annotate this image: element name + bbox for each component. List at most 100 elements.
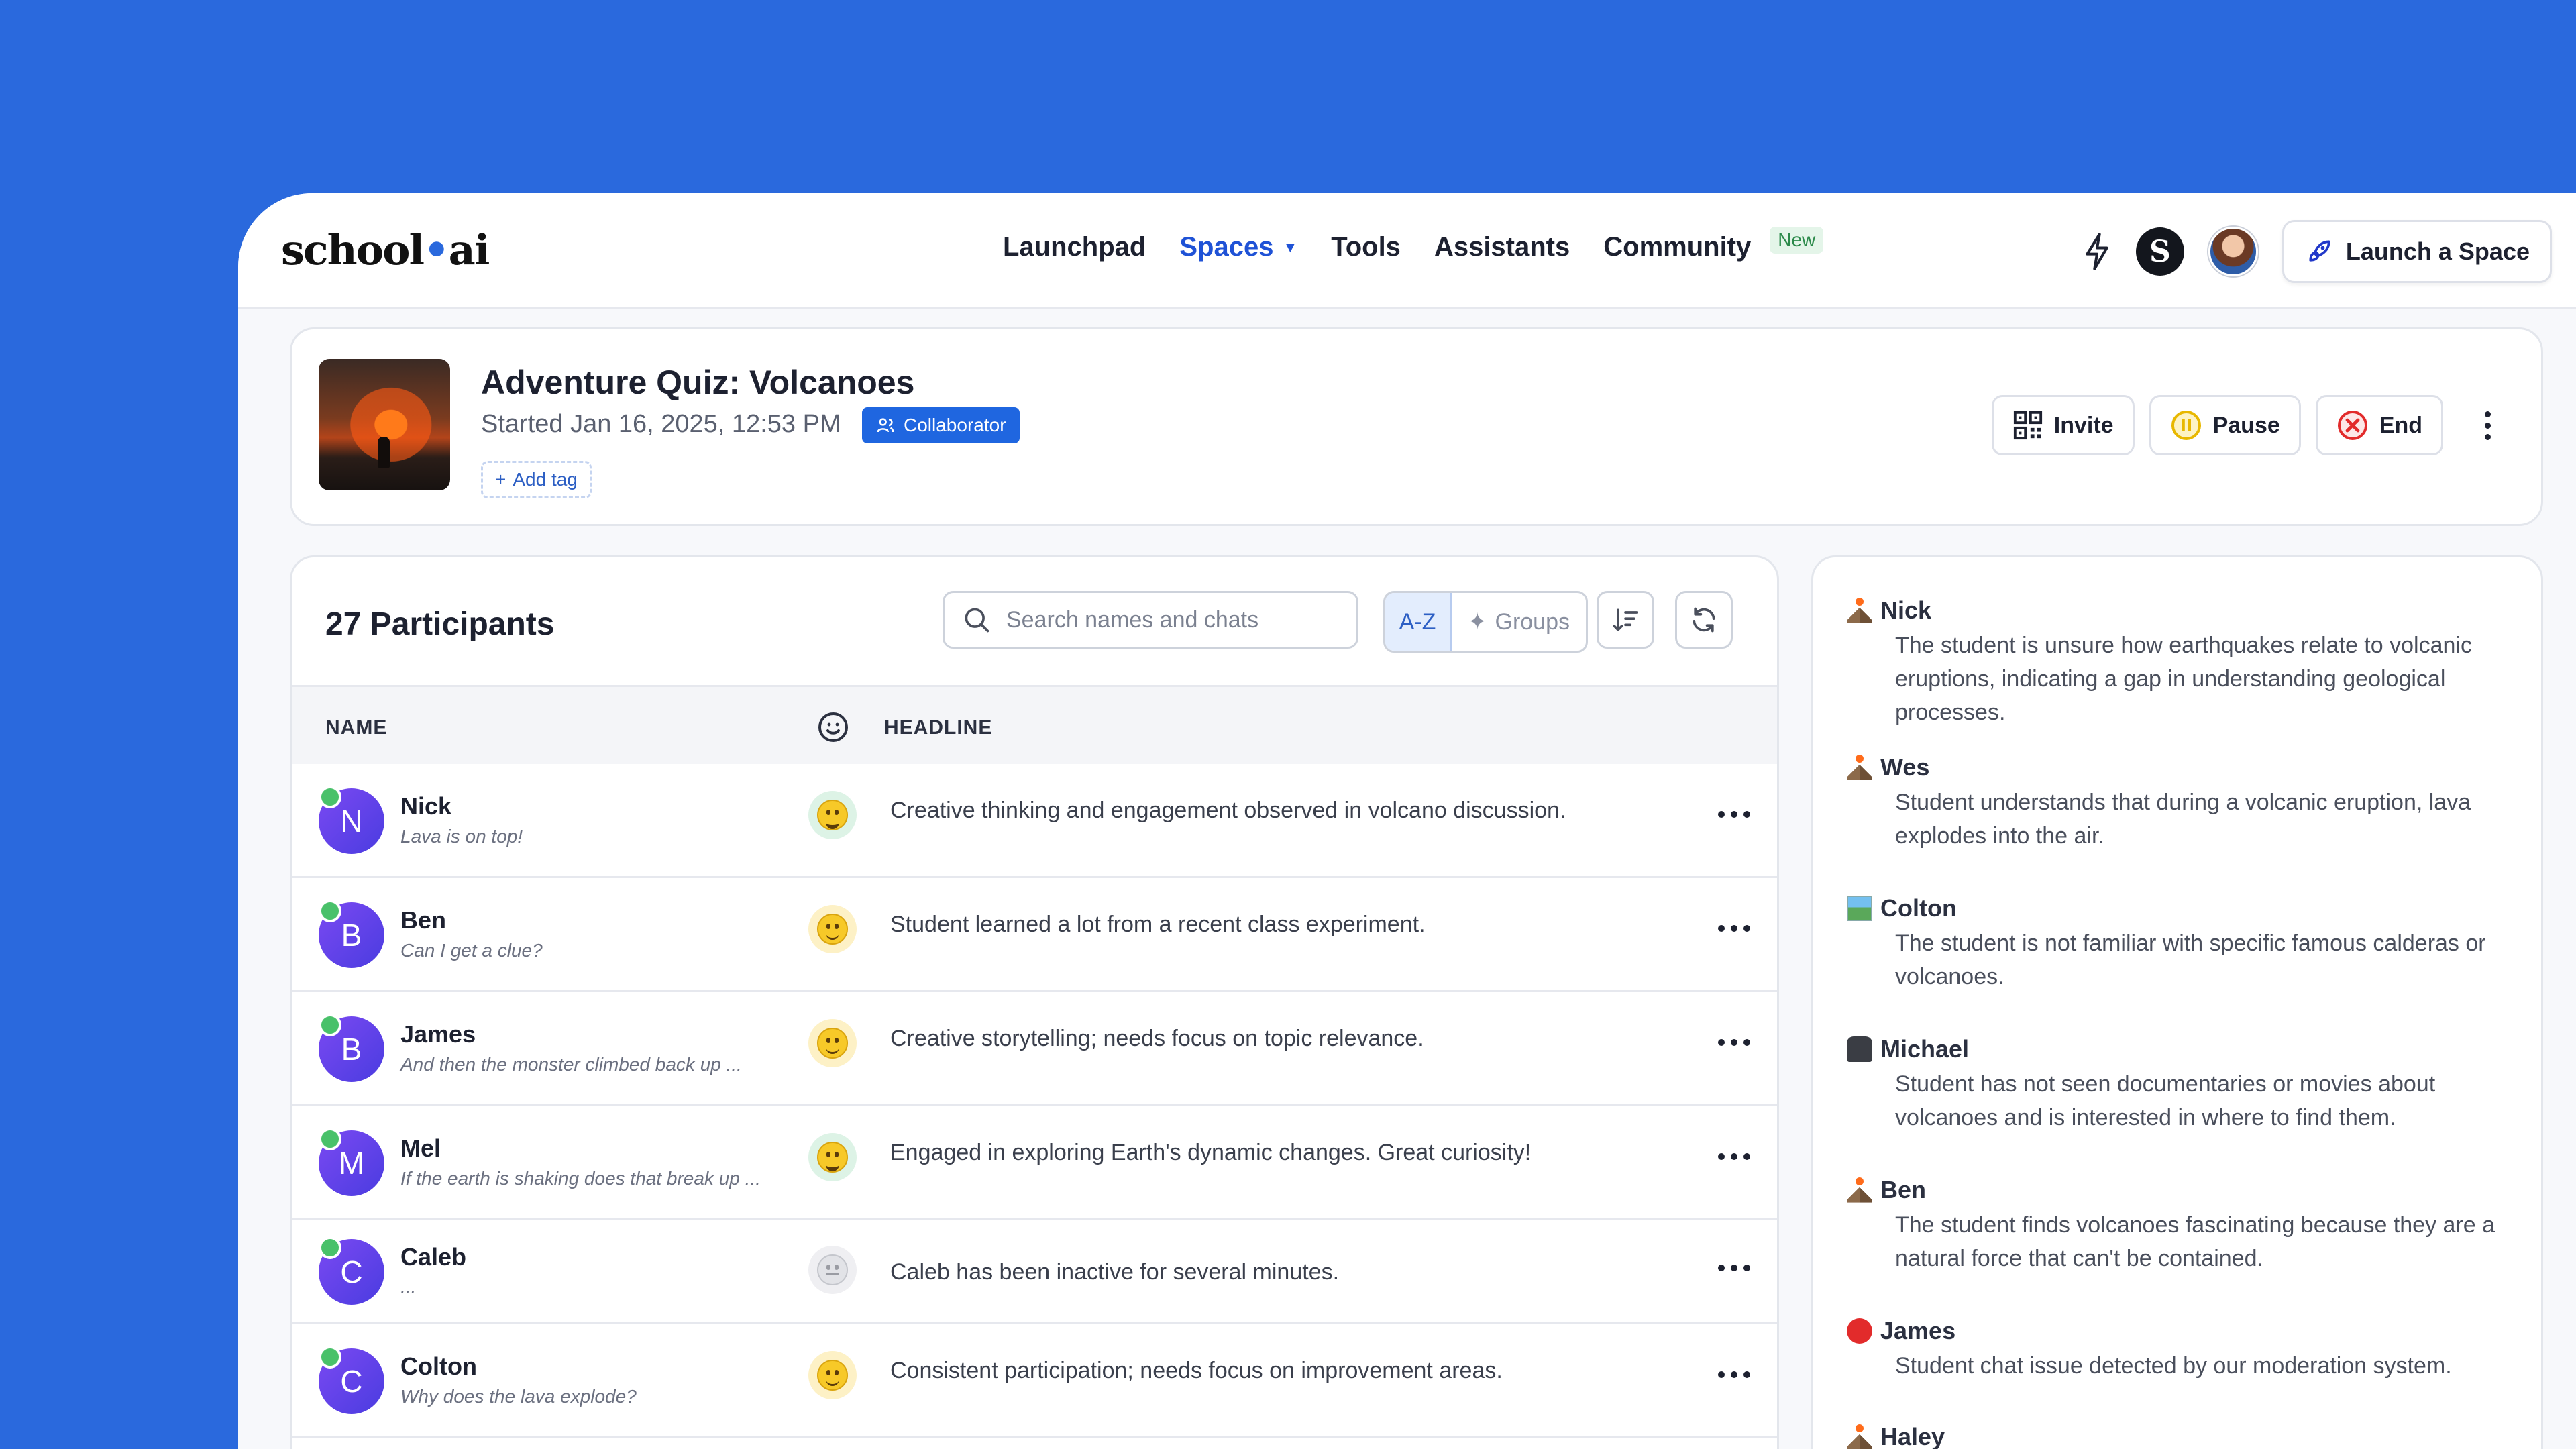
schoolai-logo[interactable]: school•ai <box>281 225 490 279</box>
plus-icon: + <box>495 469 506 490</box>
logo-text: school <box>281 225 425 274</box>
mood-neutral-icon <box>808 1246 857 1294</box>
table-row[interactable]: M Mel If the earth is shaking does that … <box>292 1106 1777 1220</box>
space-actions: Invite Pause End <box>1991 395 2501 455</box>
participant-headline: Consistent participation; needs focus on… <box>890 1358 1503 1383</box>
new-badge: New <box>1770 226 1824 254</box>
participant-name: James <box>400 1020 476 1048</box>
insights-panel: Nick The student is unsure how earthquak… <box>1811 555 2543 1449</box>
user-avatar[interactable] <box>2208 227 2258 276</box>
volcano-icon <box>1847 1177 1872 1203</box>
more-options-icon[interactable] <box>2474 397 2501 453</box>
participant-last-message: Lava is on top! <box>400 826 523 847</box>
sort-groups-button[interactable]: ✦ Groups <box>1452 593 1586 651</box>
volcano-icon <box>1847 1424 1872 1449</box>
insight-item[interactable]: James Student chat issue detected by our… <box>1847 1317 2499 1383</box>
participant-name: Mel <box>400 1134 441 1162</box>
participant-headline: Creative storytelling; needs focus on to… <box>890 1026 1424 1051</box>
qr-code-icon <box>2013 411 2042 440</box>
volcano-icon <box>1847 598 1872 623</box>
insight-student-name: Michael <box>1880 1035 1970 1063</box>
insight-text: The student is not familiar with specifi… <box>1895 930 2486 989</box>
online-indicator <box>319 1236 341 1259</box>
insight-item[interactable]: Ben The student finds volcanoes fascinat… <box>1847 1176 2499 1275</box>
insight-student-name: Wes <box>1880 753 1930 781</box>
table-row[interactable]: B James And then the monster climbed bac… <box>292 992 1777 1106</box>
pause-button[interactable]: Pause <box>2149 395 2301 455</box>
participant-last-message: ... <box>400 1277 417 1297</box>
app-window: school•ai Launchpad Spaces ▼ Tools Assist… <box>238 193 2576 1449</box>
participant-name: Ben <box>400 906 447 934</box>
pause-icon <box>2171 411 2201 440</box>
launch-space-button[interactable]: Launch a Space <box>2282 220 2552 283</box>
table-row[interactable]: C Colton Why does the lava explode? Cons… <box>292 1324 1777 1438</box>
search-placeholder: Search names and chats <box>1006 606 1259 633</box>
top-right-actions: S Launch a Space <box>2082 220 2552 283</box>
row-more-icon[interactable] <box>1718 925 1750 932</box>
refresh-button[interactable] <box>1675 591 1733 649</box>
column-name: NAME <box>325 716 388 739</box>
camera-icon <box>1847 1036 1872 1062</box>
insight-student-name: Colton <box>1880 894 1957 922</box>
users-icon <box>877 418 894 433</box>
participant-name: Caleb <box>400 1243 467 1271</box>
insight-item[interactable]: Haley <box>1847 1423 1945 1449</box>
insight-student-name: James <box>1880 1317 1956 1344</box>
table-row[interactable]: B Ben Can I get a clue? Student learned … <box>292 878 1777 992</box>
nav-tools[interactable]: Tools <box>1331 232 1401 262</box>
participants-panel: 27 Participants Search names and chats A… <box>290 555 1779 1449</box>
table-row[interactable]: N Nick Lava is on top! Creative thinking… <box>292 764 1777 878</box>
nav-spaces[interactable]: Spaces ▼ <box>1179 232 1297 262</box>
end-button[interactable]: End <box>2315 395 2443 455</box>
map-icon <box>1847 896 1872 921</box>
row-more-icon[interactable] <box>1718 1039 1750 1046</box>
insight-text: The student finds volcanoes fascinating … <box>1895 1212 2496 1271</box>
table-header: NAME HEADLINE <box>292 685 1777 766</box>
participants-count: 27 Participants <box>325 606 555 642</box>
search-input[interactable]: Search names and chats <box>943 591 1358 649</box>
insight-item[interactable]: Wes Student understands that during a vo… <box>1847 753 2499 853</box>
insight-text: Student understands that during a volcan… <box>1895 790 2471 849</box>
sort-az-button[interactable]: A-Z <box>1385 593 1452 651</box>
insight-student-name: Ben <box>1880 1176 1927 1203</box>
insight-text: Student has not seen documentaries or mo… <box>1895 1071 2436 1130</box>
insight-item[interactable]: Michael Student has not seen documentari… <box>1847 1035 2499 1134</box>
add-tag-button[interactable]: + Add tag <box>481 461 592 498</box>
lightning-icon[interactable] <box>2082 231 2112 272</box>
invite-button[interactable]: Invite <box>1991 395 2135 455</box>
red-circle-icon <box>1847 1318 1872 1344</box>
online-indicator <box>319 1346 341 1368</box>
sort-icon <box>1613 608 1638 631</box>
participant-last-message: Can I get a clue? <box>400 940 543 961</box>
insight-text: The student is unsure how earthquakes re… <box>1895 633 2472 725</box>
sparkle-icon: ✦ <box>1468 609 1487 635</box>
main-nav: Launchpad Spaces ▼ Tools Assistants Commu… <box>1003 226 1824 262</box>
row-more-icon[interactable] <box>1718 1153 1750 1160</box>
space-title: Adventure Quiz: Volcanoes <box>481 364 915 401</box>
row-more-icon[interactable] <box>1718 1265 1750 1271</box>
mood-smile-icon <box>808 1351 857 1399</box>
nav-assistants[interactable]: Assistants <box>1434 232 1570 262</box>
insight-student-name: Nick <box>1880 596 1932 624</box>
nav-launchpad[interactable]: Launchpad <box>1003 232 1146 262</box>
insight-item[interactable]: Nick The student is unsure how earthquak… <box>1847 596 2499 729</box>
workspace-switcher[interactable]: S <box>2135 227 2184 276</box>
close-circle-icon <box>2337 411 2367 440</box>
row-more-icon[interactable] <box>1718 1371 1750 1378</box>
table-row[interactable]: C Caleb ... Caleb has been inactive for … <box>292 1220 1777 1324</box>
column-headline: HEADLINE <box>884 716 993 739</box>
refresh-icon <box>1693 607 1715 633</box>
mood-smile-icon <box>808 1019 857 1067</box>
participant-name: Colton <box>400 1352 477 1380</box>
nav-community[interactable]: Community New <box>1603 226 1824 262</box>
chevron-down-icon: ▼ <box>1283 238 1298 256</box>
search-icon <box>965 608 989 633</box>
mood-grin-icon <box>808 791 857 839</box>
participant-headline: Engaged in exploring Earth's dynamic cha… <box>890 1140 1532 1165</box>
rocket-icon <box>2309 240 2330 262</box>
participant-last-message: And then the monster climbed back up ... <box>400 1054 742 1075</box>
row-more-icon[interactable] <box>1718 811 1750 818</box>
space-header-card: Adventure Quiz: Volcanoes Started Jan 16… <box>290 327 2543 526</box>
insight-item[interactable]: Colton The student is not familiar with … <box>1847 894 2499 994</box>
sort-order-button[interactable] <box>1597 591 1654 649</box>
